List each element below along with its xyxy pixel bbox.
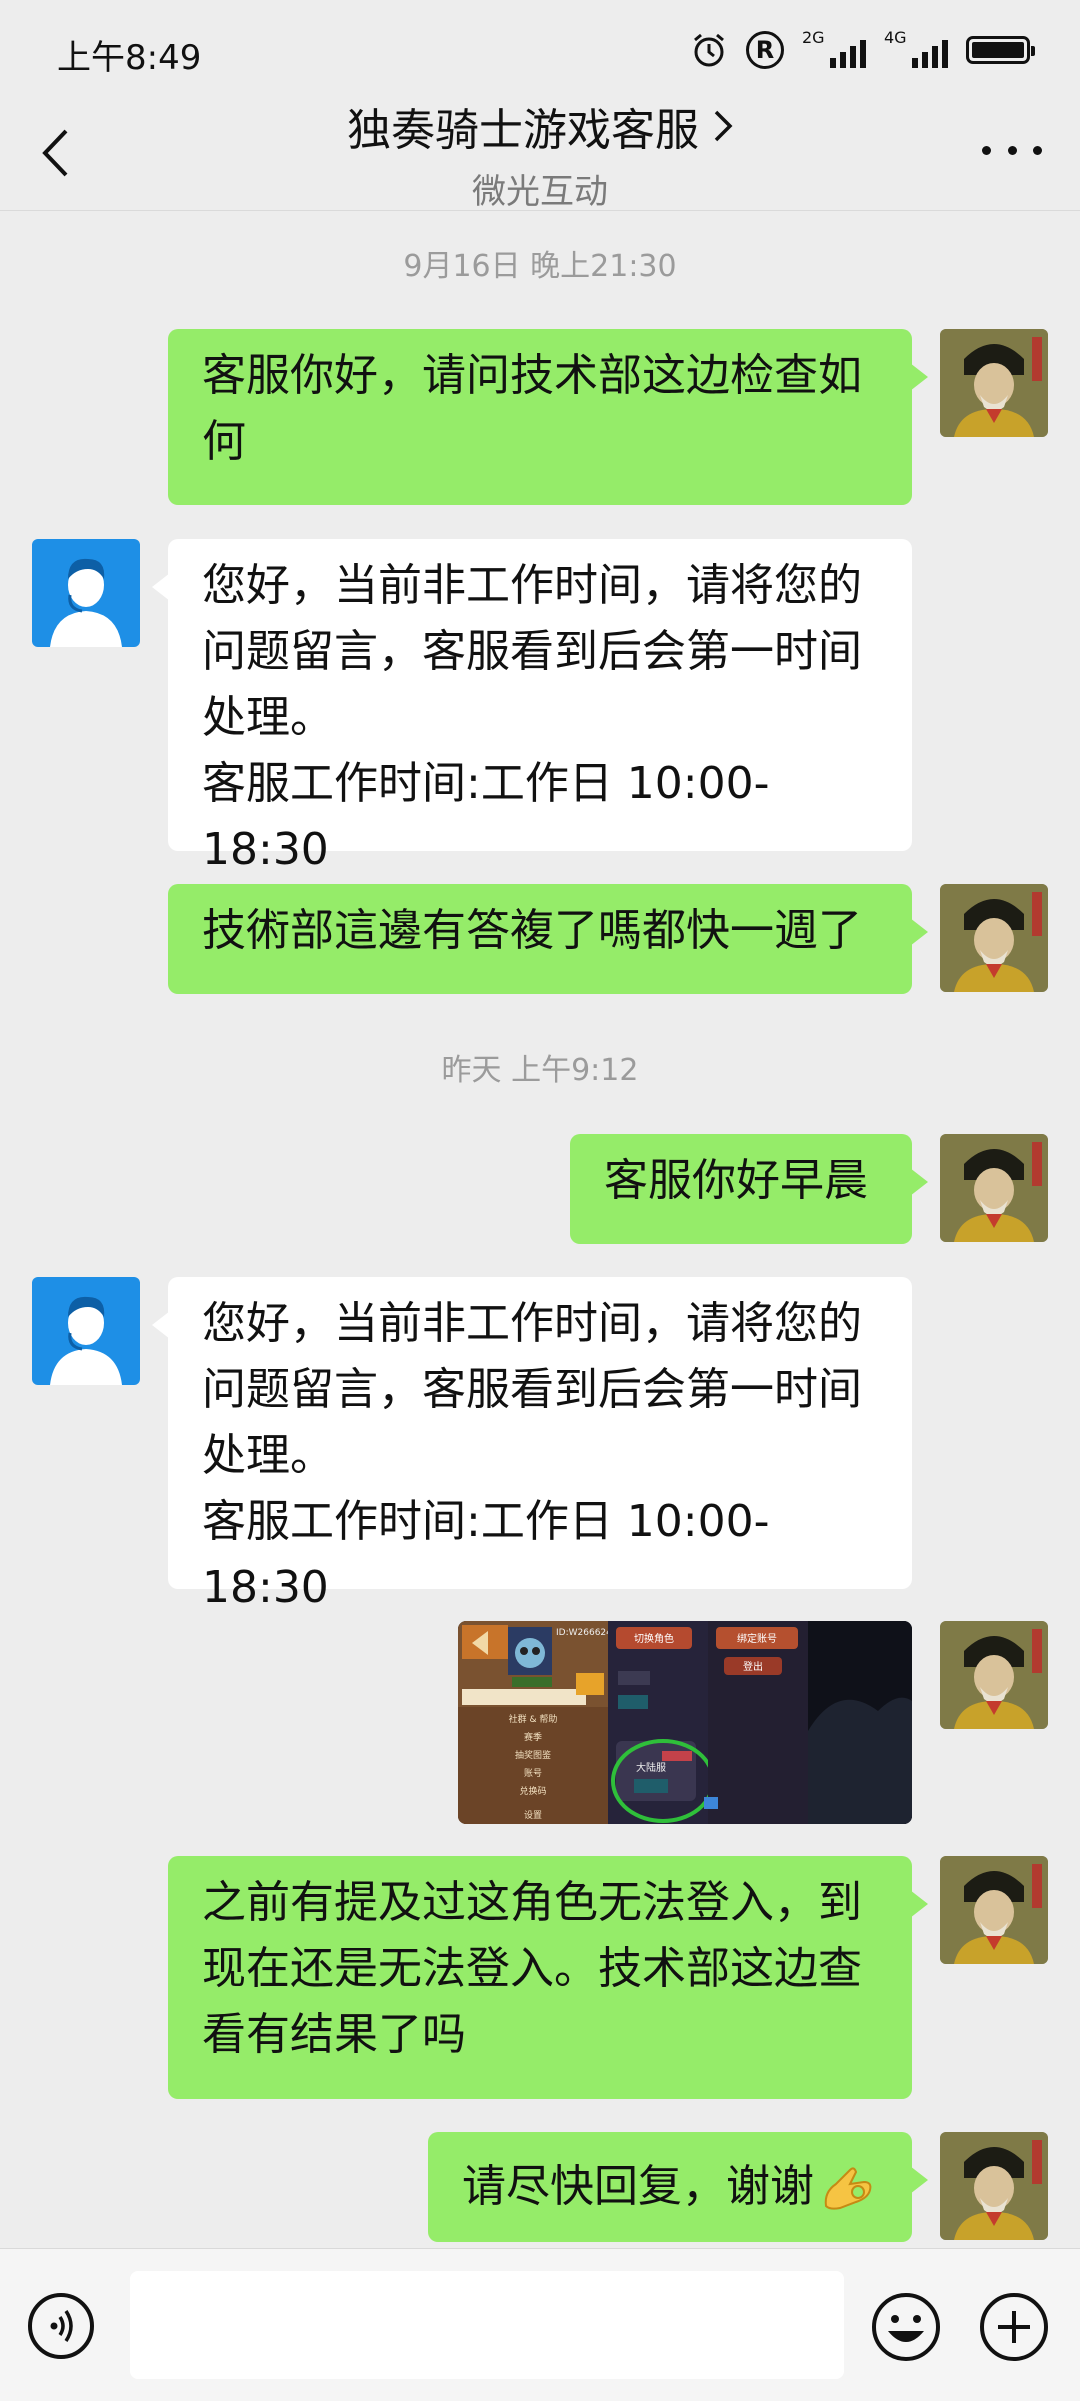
message-line: 处理。 (202, 1430, 334, 1481)
message-bubble-received[interactable]: 您好，当前非工作时间，请将您的 问题留言，客服看到后会第一时间 处理。 客服工作… (152, 1277, 912, 1613)
chat-header: 独奏骑士游戏客服 微光互动 (0, 100, 1080, 213)
portrait-avatar-icon (940, 329, 1048, 437)
image-message[interactable]: ID:W2666242 社群 & 帮助 赛季 抽奖图鉴 账号 兑换码 设置 切换… (458, 1621, 912, 1824)
my-avatar[interactable] (940, 1134, 1048, 1242)
more-options-button[interactable] (982, 138, 1042, 162)
message-line: 问题留言，客服看到后会第一时间 (202, 1364, 862, 1415)
portrait-avatar-icon (940, 1134, 1048, 1242)
bind-account-label: 绑定账号 (737, 1632, 777, 1645)
more-functions-button[interactable] (978, 2291, 1050, 2363)
signal-sim1-icon: 2G (802, 28, 866, 72)
menu-item: 社群 & 帮助 (509, 1713, 558, 1725)
message-line: 处理。 (202, 692, 334, 743)
message-line: 现在还是无法登入。技术部这边查 (202, 1943, 862, 1994)
title-block[interactable]: 独奏骑士游戏客服 微光互动 (0, 100, 1080, 213)
voice-button[interactable] (28, 2293, 94, 2359)
message-line: 客服工作时间:工作日 10:00-18:30 (202, 758, 770, 875)
message-line: 请尽快回复，谢谢 (462, 2161, 814, 2212)
my-avatar[interactable] (940, 2132, 1048, 2240)
portrait-avatar-icon (940, 1856, 1048, 1964)
message-line: 问题留言，客服看到后会第一时间 (202, 626, 862, 677)
my-avatar[interactable] (940, 884, 1048, 992)
menu-item: 兑换码 (519, 1785, 546, 1797)
emoji-icon (872, 2293, 940, 2361)
message-line: 之前有提及过这角色无法登入，到 (202, 1877, 862, 1928)
emoji-button[interactable] (870, 2291, 942, 2363)
message-bubble-sent[interactable]: 请尽快回复，谢谢 (428, 2132, 928, 2242)
plus-icon (980, 2293, 1048, 2361)
message-line: 客服你好早晨 (604, 1155, 868, 1206)
message-bubble-sent[interactable]: 技術部這邊有答複了嗎都快一週了 (168, 884, 928, 994)
ok-hand-emoji-icon (824, 2167, 872, 2210)
menu-item: 赛季 (524, 1731, 542, 1743)
message-bubble-sent[interactable]: 客服你好，请问技术部这边检查如 何 (168, 329, 928, 505)
message-line: 您好，当前非工作时间，请将您的 (202, 560, 862, 611)
switch-role-label: 切换角色 (634, 1632, 674, 1645)
signal-sim2-icon: 4G (884, 28, 948, 72)
menu-item: 账号 (524, 1768, 542, 1779)
my-avatar[interactable] (940, 1621, 1048, 1729)
menu-item: 设置 (524, 1810, 542, 1821)
support-avatar[interactable] (32, 1277, 140, 1385)
menu-item: 抽奖图鉴 (515, 1749, 551, 1761)
chat-subtitle: 微光互动 (472, 172, 608, 212)
more-dots-icon (982, 145, 991, 155)
message-line: 客服你好，请问技术部这边检查如 (202, 350, 862, 401)
portrait-avatar-icon (940, 884, 1048, 992)
support-avatar[interactable] (32, 539, 140, 647)
sim2-label: 4G (884, 28, 907, 47)
title-chevron-right-icon (714, 110, 733, 142)
message-line: 技術部這邊有答複了嗎都快一週了 (202, 905, 862, 956)
message-line: 何 (202, 416, 246, 467)
message-line: 看有结果了吗 (202, 2009, 466, 2060)
message-bubble-received[interactable]: 您好，当前非工作时间，请将您的 问题留言，客服看到后会第一时间 处理。 客服工作… (152, 539, 912, 875)
timestamp: 9月16日 晚上21:30 (403, 249, 677, 284)
message-input[interactable] (130, 2271, 844, 2379)
message-line: 您好，当前非工作时间，请将您的 (202, 1298, 862, 1349)
message-bubble-sent[interactable]: 之前有提及过这角色无法登入，到 现在还是无法登入。技术部这边查 看有结果了吗 (168, 1856, 928, 2099)
portrait-avatar-icon (940, 1621, 1048, 1729)
server-label: 大陆服 (636, 1761, 666, 1774)
timestamp: 昨天 上午9:12 (441, 1053, 639, 1088)
voice-icon (50, 2310, 73, 2342)
customer-service-avatar-icon (32, 539, 140, 647)
logout-label: 登出 (743, 1660, 763, 1673)
alarm-icon (694, 33, 724, 67)
status-icons: R 2G 4G (690, 28, 1035, 72)
battery-icon (966, 36, 1035, 64)
chat-title: 独奏骑士游戏客服 (347, 105, 699, 156)
status-bar: 上午8:49 R 2G 4G (0, 0, 1080, 100)
sim1-label: 2G (802, 28, 825, 47)
portrait-avatar-icon (940, 2132, 1048, 2240)
registered-icon: R (746, 31, 784, 69)
message-bubble-sent[interactable]: 客服你好早晨 (570, 1134, 928, 1244)
message-line: 客服工作时间:工作日 10:00-18:30 (202, 1496, 770, 1613)
game-screenshot-image: ID:W2666242 社群 & 帮助 赛季 抽奖图鉴 账号 兑换码 设置 切换… (458, 1621, 912, 1824)
status-time: 上午8:49 (57, 38, 202, 78)
my-avatar[interactable] (940, 1856, 1048, 1964)
my-avatar[interactable] (940, 329, 1048, 437)
chat-input-bar (0, 2248, 1080, 2401)
customer-service-avatar-icon (32, 1277, 140, 1385)
